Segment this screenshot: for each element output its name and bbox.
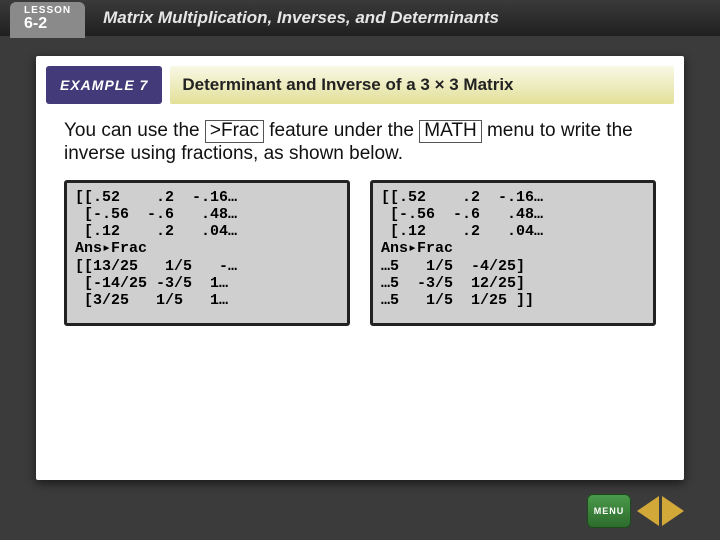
slide-header: EXAMPLE 7 Determinant and Inverse of a 3…: [46, 56, 674, 104]
example-chip: EXAMPLE 7: [46, 66, 162, 104]
top-bar: LESSON 6-2 Matrix Multiplication, Invers…: [0, 0, 720, 36]
calc-screen-left: [[.52 .2 -.16… [-.56 -.6 .48… [.12 .2 .0…: [64, 180, 350, 326]
prev-button[interactable]: [637, 496, 659, 526]
calc-screen-right: [[.52 .2 -.16… [-.56 -.6 .48… [.12 .2 .0…: [370, 180, 656, 326]
slide-title: Determinant and Inverse of a 3 × 3 Matri…: [170, 66, 674, 104]
body-pre: You can use the: [64, 120, 200, 141]
slide: EXAMPLE 7 Determinant and Inverse of a 3…: [36, 56, 684, 480]
math-key: MATH: [419, 120, 481, 143]
frac-key: >Frac: [205, 120, 264, 143]
body-text: You can use the >Frac feature under the …: [64, 120, 656, 166]
nav-area: MENU: [587, 494, 684, 528]
menu-button[interactable]: MENU: [587, 494, 631, 528]
chapter-title: Matrix Multiplication, Inverses, and Det…: [103, 8, 499, 28]
lesson-tab: LESSON 6-2: [10, 2, 85, 38]
lesson-number: 6-2: [24, 16, 71, 32]
next-button[interactable]: [662, 496, 684, 526]
calc-row: [[.52 .2 -.16… [-.56 -.6 .48… [.12 .2 .0…: [64, 180, 656, 326]
body-mid: feature under the: [264, 120, 419, 141]
